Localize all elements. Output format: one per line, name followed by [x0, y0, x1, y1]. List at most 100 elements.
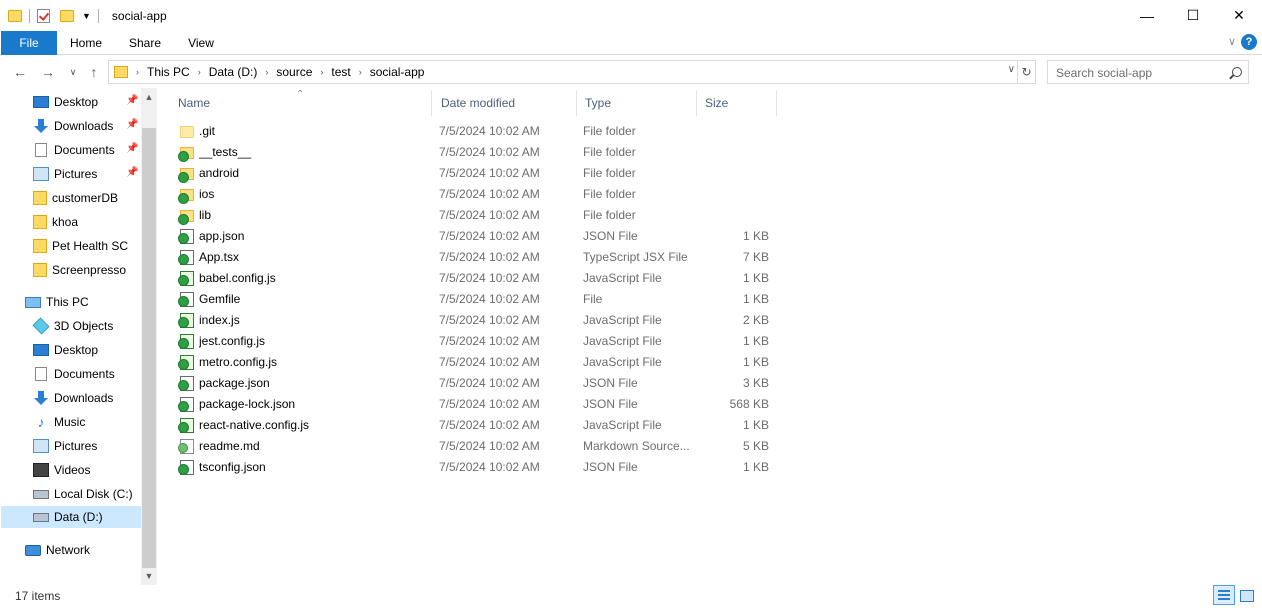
- properties-icon[interactable]: [37, 8, 50, 23]
- address-history-chevron-icon[interactable]: ∨: [1008, 64, 1015, 75]
- sidebar-item-data-d[interactable]: Data (D:): [1, 506, 141, 528]
- file-date-modified: 7/5/2024 10:02 AM: [439, 187, 540, 201]
- large-icons-view-icon[interactable]: [1238, 587, 1254, 603]
- sort-ascending-icon: ⌃: [296, 89, 305, 100]
- breadcrumb-this-pc[interactable]: This PC: [147, 65, 190, 79]
- file-row[interactable]: .git 7/5/2024 10:02 AM File folder: [170, 121, 780, 142]
- sidebar-item-3d-objects[interactable]: 3D Objects: [32, 315, 141, 337]
- help-icon[interactable]: ?: [1241, 34, 1257, 50]
- customize-qat-chevron-icon[interactable]: ▼: [82, 11, 91, 21]
- network-icon: [25, 544, 41, 556]
- sidebar-item-khoa[interactable]: khoa: [33, 211, 141, 233]
- column-header-size[interactable]: Size: [697, 90, 777, 116]
- sidebar-item-this-pc[interactable]: This PC: [25, 291, 141, 313]
- breadcrumb-chevron-icon[interactable]: ›: [359, 67, 362, 77]
- tab-share[interactable]: Share: [122, 31, 168, 55]
- forward-button[interactable]: →: [38, 62, 58, 82]
- file-row[interactable]: babel.config.js 7/5/2024 10:02 AM JavaScri…: [170, 268, 780, 289]
- scroll-up-icon[interactable]: ▲: [141, 92, 157, 102]
- pictures-icon: [33, 167, 49, 181]
- file-row[interactable]: ios 7/5/2024 10:02 AM File folder: [170, 184, 780, 205]
- column-header-name[interactable]: Name ⌃: [170, 89, 432, 116]
- file-size: [697, 163, 769, 184]
- sidebar-item-screenpresso[interactable]: Screenpresso: [33, 259, 141, 281]
- file-row[interactable]: readme.md 7/5/2024 10:02 AM Markdown Sourc…: [170, 436, 780, 457]
- address-bar[interactable]: › This PC › Data (D:) › source › test › …: [108, 60, 1018, 84]
- pin-icon[interactable]: 📌: [126, 95, 138, 106]
- maximize-button[interactable]: ☐: [1170, 0, 1216, 31]
- file-row[interactable]: react-native.config.js 7/5/2024 10:02 AM J…: [170, 415, 780, 436]
- file-row[interactable]: android 7/5/2024 10:02 AM File folder: [170, 163, 780, 184]
- pin-icon[interactable]: 📌: [126, 119, 138, 130]
- file-name: index.js: [199, 313, 240, 327]
- sidebar-item-pictures[interactable]: Pictures: [33, 435, 141, 457]
- sidebar-item-customerdb[interactable]: customerDB: [33, 187, 141, 209]
- file-row[interactable]: Gemfile 7/5/2024 10:02 AM File 1 KB: [170, 289, 780, 310]
- tab-home[interactable]: Home: [63, 31, 109, 55]
- breadcrumb-chevron-icon[interactable]: ›: [198, 67, 201, 77]
- synced-folder-icon: [178, 210, 194, 225]
- sidebar-scrollbar[interactable]: ▲ ▼: [141, 88, 157, 585]
- breadcrumb-social-app[interactable]: social-app: [370, 65, 425, 79]
- file-row[interactable]: App.tsx 7/5/2024 10:02 AM TypeScript JSX F…: [170, 247, 780, 268]
- sidebar-item-label: Local Disk (C:): [54, 487, 133, 501]
- details-view-icon[interactable]: [1213, 585, 1235, 605]
- sidebar-item-pet-health-sc[interactable]: Pet Health SC: [33, 235, 141, 257]
- file-row[interactable]: package-lock.json 7/5/2024 10:02 AM JSON F…: [170, 394, 780, 415]
- file-name: readme.md: [199, 439, 260, 453]
- file-row[interactable]: lib 7/5/2024 10:02 AM File folder: [170, 205, 780, 226]
- back-button[interactable]: ←: [10, 62, 30, 82]
- pictures-icon: [33, 439, 49, 453]
- refresh-button[interactable]: ↻: [1018, 60, 1036, 84]
- column-header-type[interactable]: Type: [577, 90, 697, 116]
- sidebar-item-label: 3D Objects: [54, 319, 114, 333]
- sidebar-item-documents-quick[interactable]: Documents 📌: [33, 139, 141, 161]
- sidebar-item-local-disk-c[interactable]: Local Disk (C:): [33, 483, 141, 505]
- sidebar-item-downloads[interactable]: Downloads: [33, 387, 141, 409]
- search-input[interactable]: Search social-app: [1047, 60, 1249, 84]
- file-row[interactable]: index.js 7/5/2024 10:02 AM JavaScript File…: [170, 310, 780, 331]
- sidebar-item-videos[interactable]: Videos: [33, 459, 141, 481]
- minimize-button[interactable]: —: [1124, 0, 1170, 31]
- file-row[interactable]: package.json 7/5/2024 10:02 AM JSON File 3 …: [170, 373, 780, 394]
- js-file-icon: [178, 313, 194, 328]
- breadcrumb-test[interactable]: test: [331, 65, 350, 79]
- json-file-icon: [178, 397, 194, 412]
- file-row[interactable]: __tests__ 7/5/2024 10:02 AM File folder: [170, 142, 780, 163]
- file-row[interactable]: metro.config.js 7/5/2024 10:02 AM JavaScri…: [170, 352, 780, 373]
- sidebar-item-music[interactable]: ♪ Music: [33, 411, 141, 433]
- new-folder-icon[interactable]: [60, 9, 74, 22]
- tab-file[interactable]: File: [1, 31, 57, 55]
- folder-icon: [33, 191, 47, 205]
- column-header-date[interactable]: Date modified: [433, 90, 577, 116]
- js-file-icon: [178, 355, 194, 370]
- expand-ribbon-chevron-icon[interactable]: ∨: [1228, 35, 1236, 48]
- recent-locations-chevron-icon[interactable]: ∨: [66, 62, 80, 82]
- up-button[interactable]: ↑: [84, 62, 104, 82]
- file-type: File folder: [583, 145, 636, 159]
- file-size: 1 KB: [742, 229, 769, 243]
- sidebar-item-desktop[interactable]: Desktop: [33, 339, 141, 361]
- documents-icon: [35, 143, 47, 157]
- scroll-down-icon[interactable]: ▼: [141, 571, 157, 581]
- breadcrumb-chevron-icon[interactable]: ›: [136, 67, 139, 77]
- pin-icon[interactable]: 📌: [126, 143, 138, 154]
- pin-icon[interactable]: 📌: [126, 167, 138, 178]
- breadcrumb-chevron-icon[interactable]: ›: [320, 67, 323, 77]
- breadcrumb-source[interactable]: source: [276, 65, 312, 79]
- close-button[interactable]: ✕: [1216, 0, 1262, 31]
- sidebar-item-desktop-quick[interactable]: Desktop 📌: [33, 91, 141, 113]
- breadcrumb-chevron-icon[interactable]: ›: [265, 67, 268, 77]
- sidebar-item-documents[interactable]: Documents: [33, 363, 141, 385]
- scrollbar-thumb[interactable]: [142, 128, 156, 568]
- js-file-icon: [178, 271, 194, 286]
- sidebar-item-pictures-quick[interactable]: Pictures 📌: [33, 163, 141, 185]
- file-row[interactable]: tsconfig.json 7/5/2024 10:02 AM JSON File 1…: [170, 457, 780, 478]
- tab-view[interactable]: View: [178, 31, 224, 55]
- file-row[interactable]: jest.config.js 7/5/2024 10:02 AM JavaScrip…: [170, 331, 780, 352]
- file-size: [697, 184, 769, 205]
- sidebar-item-network[interactable]: Network: [25, 539, 141, 561]
- file-row[interactable]: app.json 7/5/2024 10:02 AM JSON File 1 KB: [170, 226, 780, 247]
- sidebar-item-downloads-quick[interactable]: Downloads 📌: [33, 115, 141, 137]
- breadcrumb-data-drive[interactable]: Data (D:): [209, 65, 258, 79]
